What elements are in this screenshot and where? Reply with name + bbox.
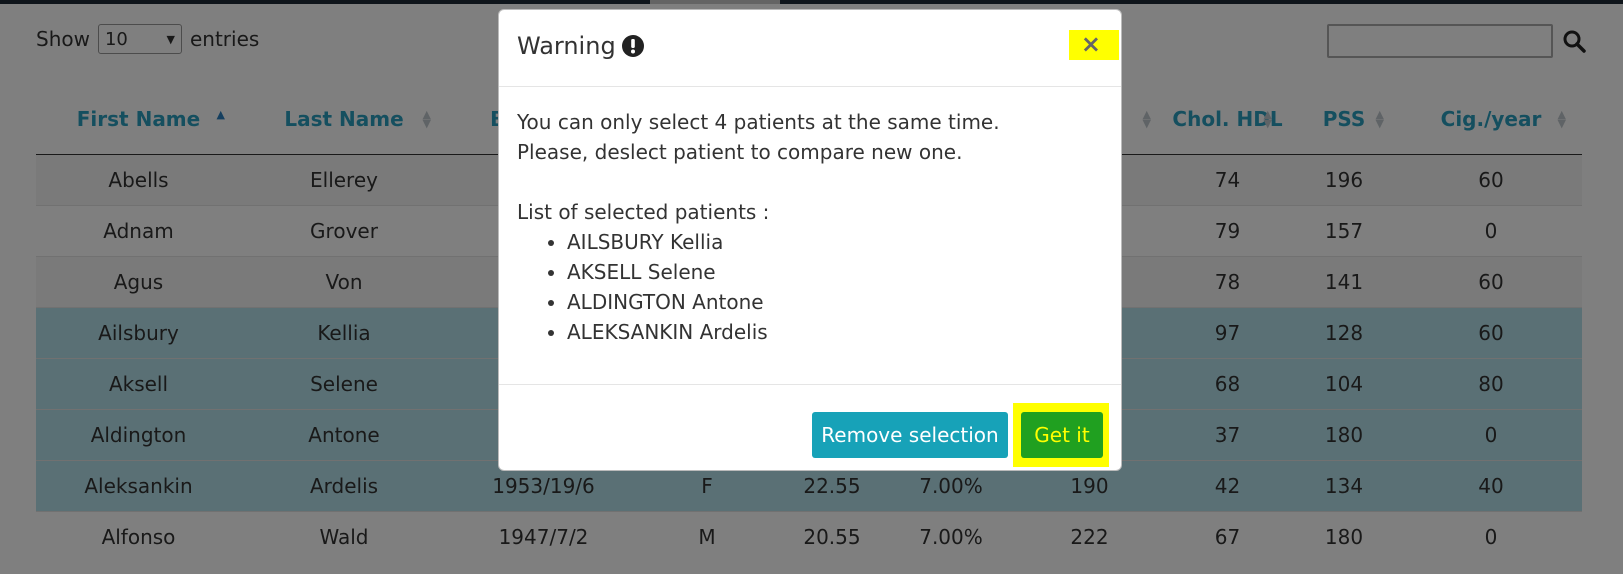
message-line-2: Please, deslect patient to compare new o… bbox=[517, 140, 963, 164]
message-line-1: You can only select 4 patients at the sa… bbox=[517, 110, 1000, 134]
modal-title-text: Warning bbox=[517, 32, 616, 60]
exclamation-circle-icon bbox=[621, 35, 644, 57]
close-button[interactable]: × bbox=[1081, 30, 1101, 58]
warning-modal: Warning × You can only select 4 patients… bbox=[498, 9, 1122, 471]
list-item: AKSELL Selene bbox=[567, 257, 1103, 287]
modal-body: You can only select 4 patients at the sa… bbox=[499, 87, 1121, 347]
selected-patients-list: AILSBURY Kellia AKSELL Selene ALDINGTON … bbox=[517, 227, 1103, 347]
get-it-button[interactable]: Get it bbox=[1021, 412, 1103, 458]
remove-selection-button[interactable]: Remove selection bbox=[812, 412, 1008, 458]
modal-title: Warning bbox=[517, 32, 644, 60]
modal-footer: Remove selection Get it bbox=[499, 384, 1121, 473]
list-item: AILSBURY Kellia bbox=[567, 227, 1103, 257]
modal-header: Warning × bbox=[499, 10, 1121, 87]
list-item: ALDINGTON Antone bbox=[567, 287, 1103, 317]
selected-list-title: List of selected patients : bbox=[517, 200, 770, 224]
list-item: ALEKSANKIN Ardelis bbox=[567, 317, 1103, 347]
